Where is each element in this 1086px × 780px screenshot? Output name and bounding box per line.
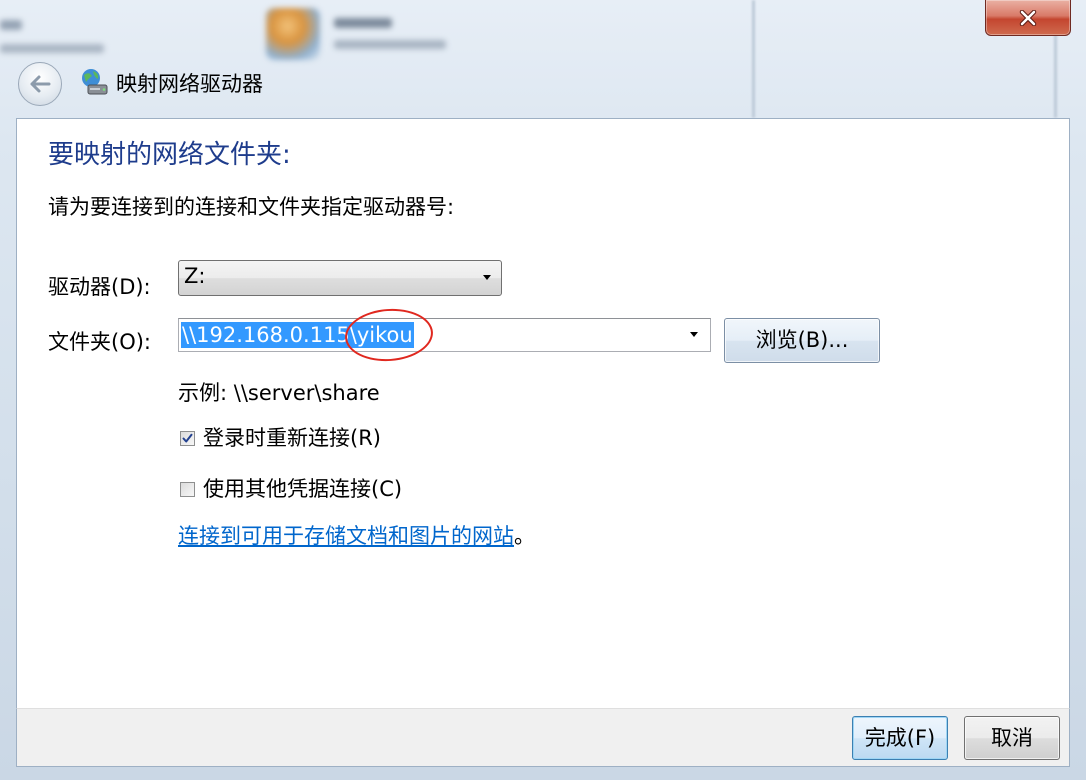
drive-label: 驱动器(D): (48, 275, 151, 299)
checkmark-icon (182, 433, 193, 443)
folder-label: 文件夹(O): (48, 330, 151, 354)
reconnect-checkbox[interactable] (180, 431, 195, 446)
back-arrow-icon (30, 75, 51, 93)
back-button[interactable] (18, 62, 62, 106)
window-title: 映射网络驱动器 (116, 72, 263, 96)
browse-button[interactable]: 浏览(B)... (724, 318, 880, 363)
folder-input[interactable]: \\192.168.0.115\yikou (178, 318, 711, 352)
blurred-package-icon (266, 8, 320, 60)
website-link-line: 连接到可用于存储文档和图片的网站。 (178, 522, 535, 550)
dropdown-arrow-icon[interactable] (689, 331, 699, 338)
other-credentials-checkbox[interactable] (180, 482, 195, 497)
link-suffix: 。 (514, 524, 535, 548)
network-drive-icon (82, 69, 108, 95)
close-icon (1019, 9, 1037, 26)
reconnect-label: 登录时重新连接(R) (203, 426, 381, 450)
other-credentials-label: 使用其他凭据连接(C) (203, 477, 403, 501)
blurred-divider (752, 0, 755, 118)
blurred-shape (0, 44, 104, 53)
drive-select-value: Z: (184, 264, 206, 288)
close-button[interactable] (985, 0, 1071, 36)
instruction-text: 请为要连接到的连接和文件夹指定驱动器号: (48, 195, 455, 219)
example-text: 示例: \\server\share (178, 381, 380, 405)
drive-select[interactable]: Z: (178, 260, 502, 296)
blurred-shape (334, 40, 446, 49)
finish-button[interactable]: 完成(F) (852, 716, 948, 760)
website-link[interactable]: 连接到可用于存储文档和图片的网站 (178, 524, 514, 548)
blurred-shape (334, 18, 392, 28)
dropdown-arrow-icon (483, 275, 491, 280)
page-heading: 要映射的网络文件夹: (48, 140, 291, 170)
blurred-shape (0, 20, 22, 30)
cancel-button[interactable]: 取消 (964, 716, 1060, 760)
folder-input-value: \\192.168.0.115\yikou (181, 322, 414, 348)
